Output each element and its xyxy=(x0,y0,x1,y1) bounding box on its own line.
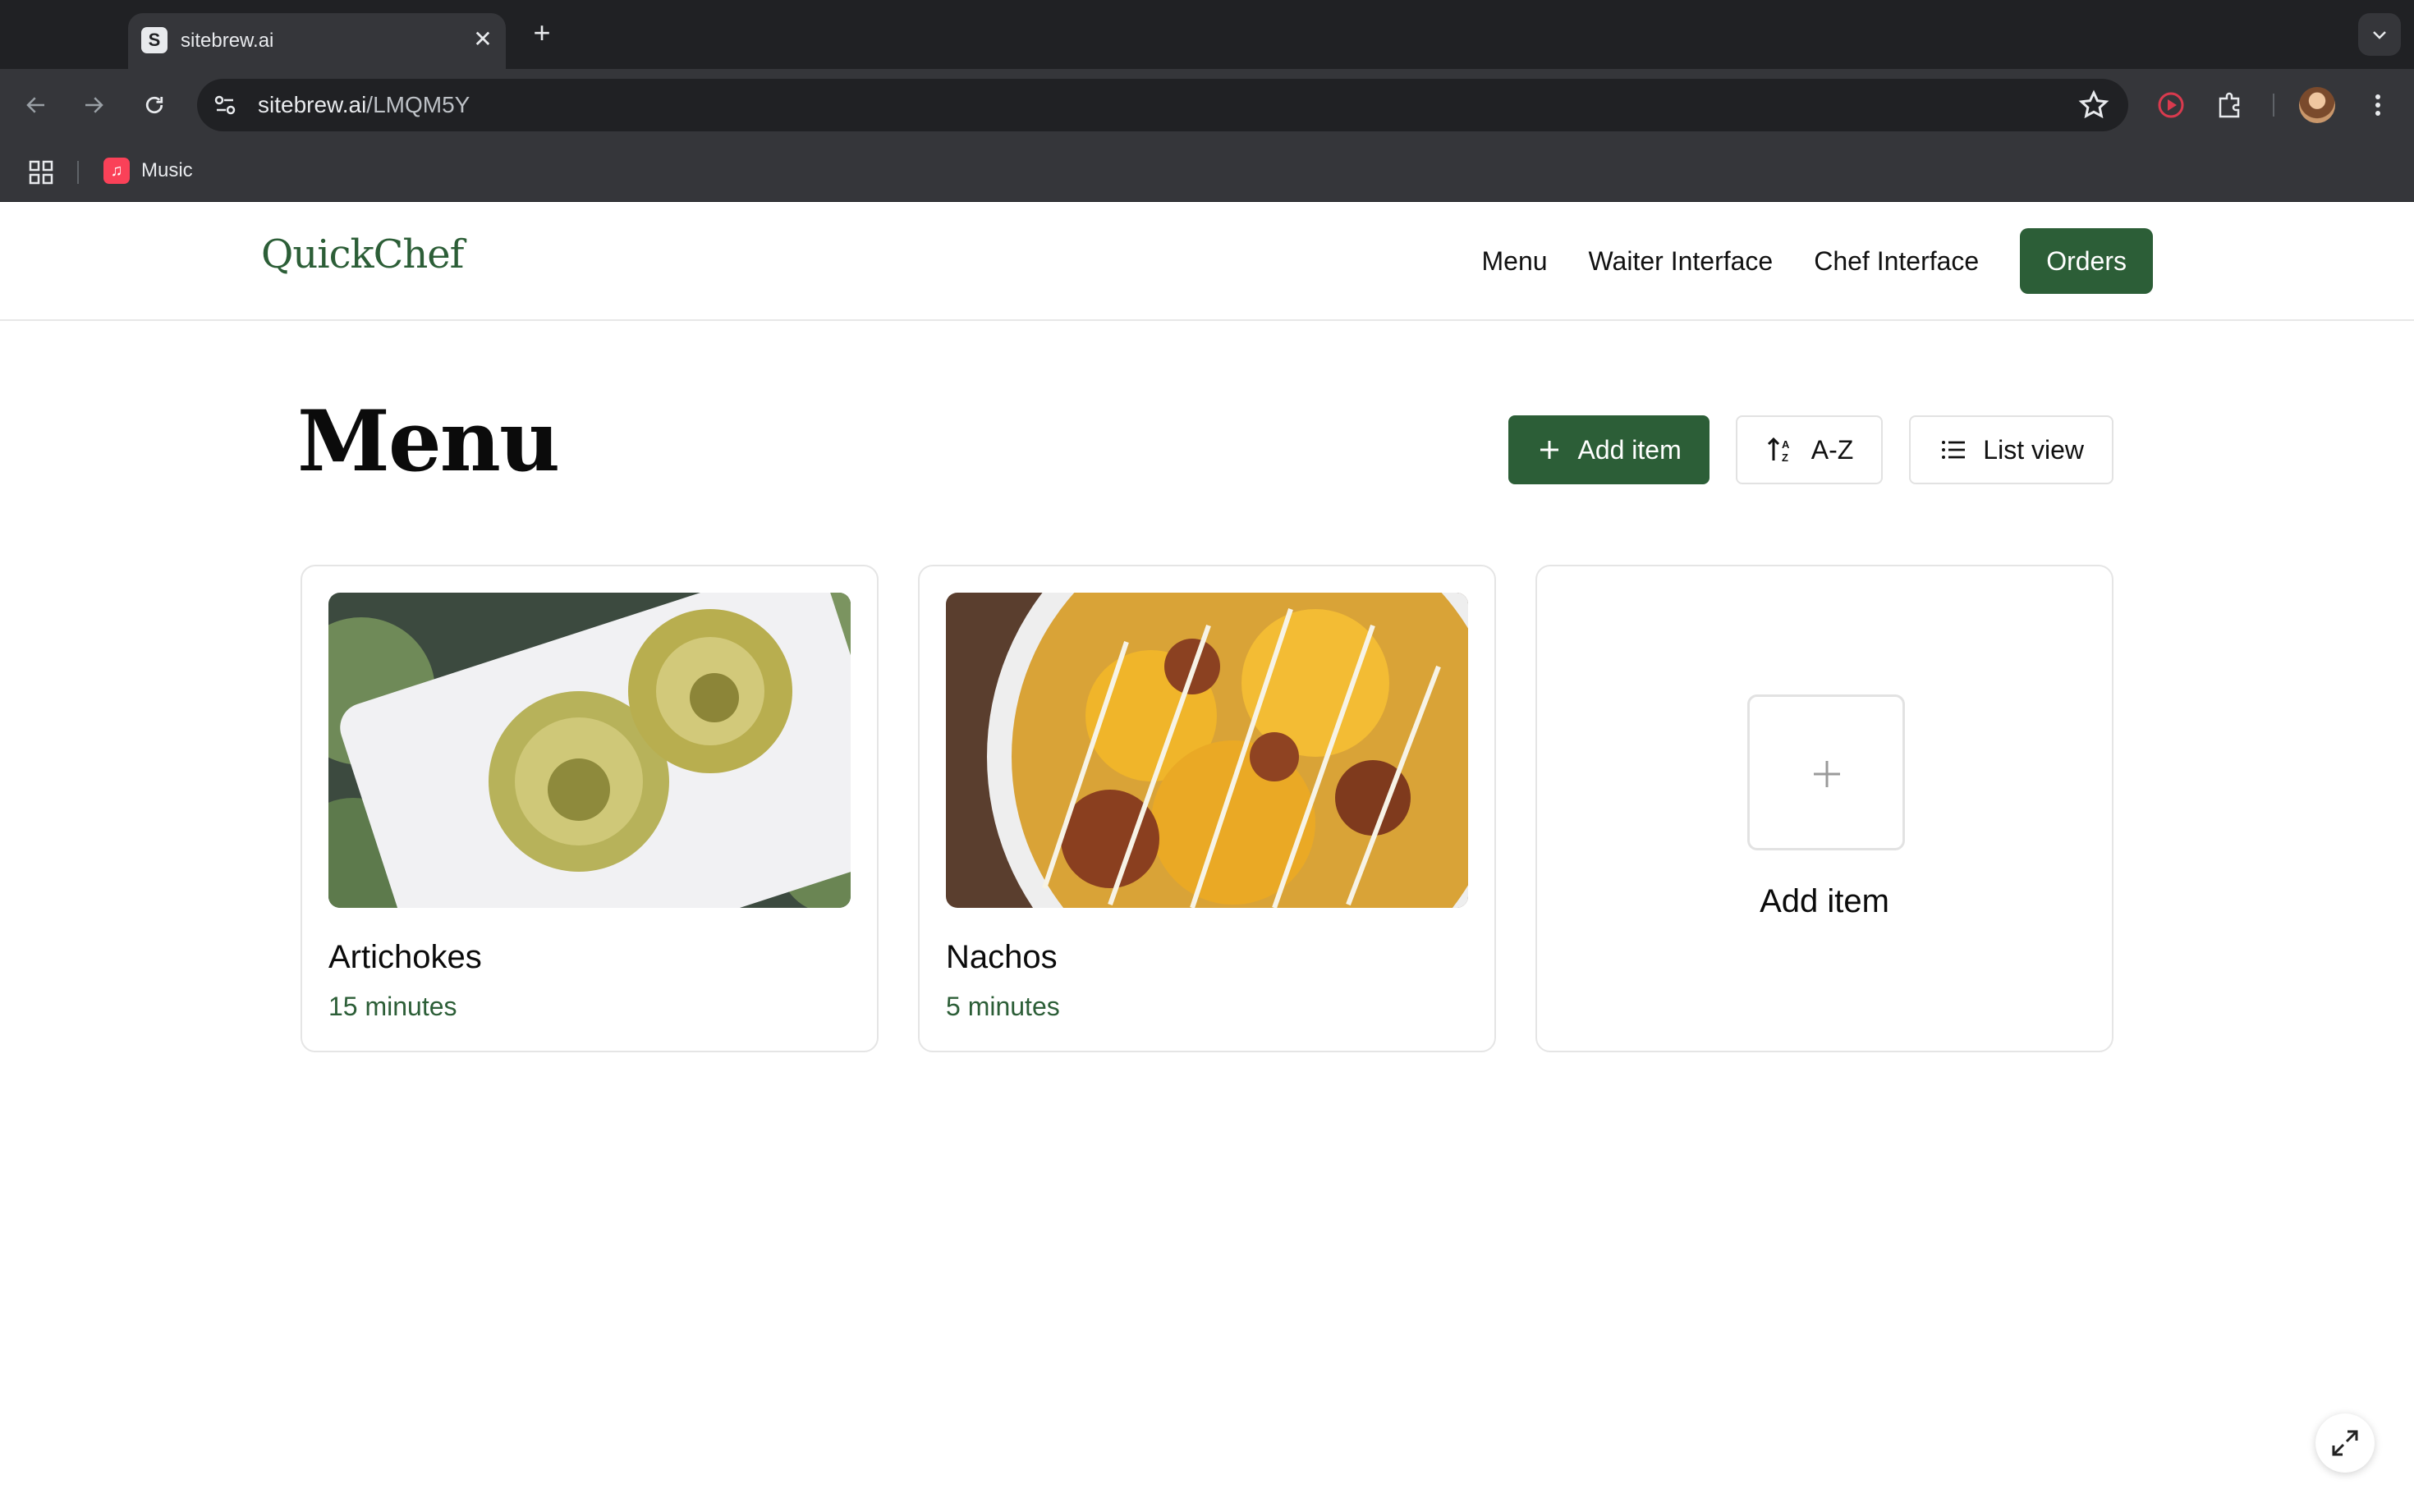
extension-record-icon[interactable] xyxy=(2153,87,2189,123)
page-title: Menu xyxy=(297,392,560,491)
sort-label: A-Z xyxy=(1810,434,1854,465)
forward-arrow-icon xyxy=(85,97,103,113)
url-text: sitebrew.ai/LMQM5Y xyxy=(258,92,470,118)
bookmarks-divider xyxy=(77,161,79,184)
add-item-button[interactable]: Add item xyxy=(1508,415,1710,484)
expand-button[interactable] xyxy=(2315,1413,2375,1473)
menu-item-card[interactable]: Artichokes 15 minutes xyxy=(301,565,879,1052)
reload-icon xyxy=(145,96,163,114)
back-button[interactable] xyxy=(18,87,54,123)
toolbar-divider xyxy=(2273,94,2274,117)
bookmarks-bar: ♫ Music xyxy=(0,141,2414,202)
site-info-icon[interactable] xyxy=(209,89,241,121)
forward-button[interactable] xyxy=(76,87,112,123)
artichokes-photo xyxy=(328,593,851,908)
menu-item-name: Artichokes xyxy=(328,939,482,975)
menu-item-time: 5 minutes xyxy=(946,992,1060,1021)
bookmark-star-icon[interactable] xyxy=(2077,89,2110,121)
main-nav: Menu Waiter Interface Chef Interface Ord… xyxy=(1440,228,2153,294)
add-item-card[interactable]: Add item xyxy=(1535,565,2113,1052)
chevron-down-icon xyxy=(2373,31,2386,39)
app-header: QuickChef Menu Waiter Interface Chef Int… xyxy=(0,202,2414,321)
sort-button[interactable]: AZ A-Z xyxy=(1735,415,1884,484)
reload-button[interactable] xyxy=(136,87,172,123)
nav-orders-button[interactable]: Orders xyxy=(2020,228,2153,294)
list-view-button[interactable]: List view xyxy=(1909,415,2113,484)
list-icon xyxy=(1942,441,1966,459)
nav-menu-link[interactable]: Menu xyxy=(1481,246,1547,277)
tab-close-icon[interactable]: ✕ xyxy=(468,25,498,54)
tab-search-button[interactable] xyxy=(2358,13,2401,56)
address-bar[interactable]: sitebrew.ai/LMQM5Y xyxy=(197,79,2128,131)
browser-toolbar: sitebrew.ai/LMQM5Y xyxy=(0,69,2414,141)
nachos-photo xyxy=(946,593,1468,908)
svg-text:Z: Z xyxy=(1782,451,1788,464)
add-item-tile[interactable] xyxy=(1747,694,1905,850)
plus-icon xyxy=(1540,441,1559,459)
expand-arrows-icon xyxy=(2332,1430,2358,1456)
add-item-label: Add item xyxy=(1577,434,1682,465)
url-host: sitebrew.ai xyxy=(258,92,367,117)
menu-item-time: 15 minutes xyxy=(328,992,457,1021)
add-item-card-label: Add item xyxy=(1760,883,1889,919)
new-tab-button[interactable]: + xyxy=(525,16,558,49)
menu-actions: Add item AZ A-Z List view xyxy=(1482,415,2113,484)
bookmark-label: Music xyxy=(141,159,193,181)
nav-waiter-link[interactable]: Waiter Interface xyxy=(1589,246,1774,277)
menu-grid: Artichokes 15 minutes Nachos 5 minutes A… xyxy=(301,565,2113,1052)
svg-text:A: A xyxy=(1782,438,1790,451)
artichokes-image xyxy=(328,593,851,908)
plus-icon xyxy=(1814,761,1840,787)
music-note-icon: ♫ xyxy=(103,158,130,184)
sort-az-icon: AZ xyxy=(1767,437,1790,464)
menu-item-name: Nachos xyxy=(946,939,1058,975)
apps-grid-icon[interactable] xyxy=(28,159,54,186)
list-view-label: List view xyxy=(1983,434,2084,465)
bookmark-music[interactable]: ♫ Music xyxy=(103,156,193,186)
browser-tabstrip: S sitebrew.ai ✕ + xyxy=(0,0,2414,69)
nachos-image xyxy=(946,593,1468,908)
tab-favicon-icon: S xyxy=(141,27,168,53)
app-logo[interactable]: QuickChef xyxy=(261,231,464,277)
nav-chef-link[interactable]: Chef Interface xyxy=(1814,246,1979,277)
menu-item-card[interactable]: Nachos 5 minutes xyxy=(918,565,1496,1052)
browser-tab[interactable]: S sitebrew.ai ✕ xyxy=(128,13,506,69)
back-arrow-icon xyxy=(26,97,44,113)
extensions-puzzle-icon[interactable] xyxy=(2212,87,2248,123)
url-path: /LMQM5Y xyxy=(366,92,470,117)
kebab-menu-icon[interactable] xyxy=(2360,87,2396,123)
tab-title: sitebrew.ai xyxy=(181,30,274,52)
profile-avatar[interactable] xyxy=(2299,87,2335,123)
